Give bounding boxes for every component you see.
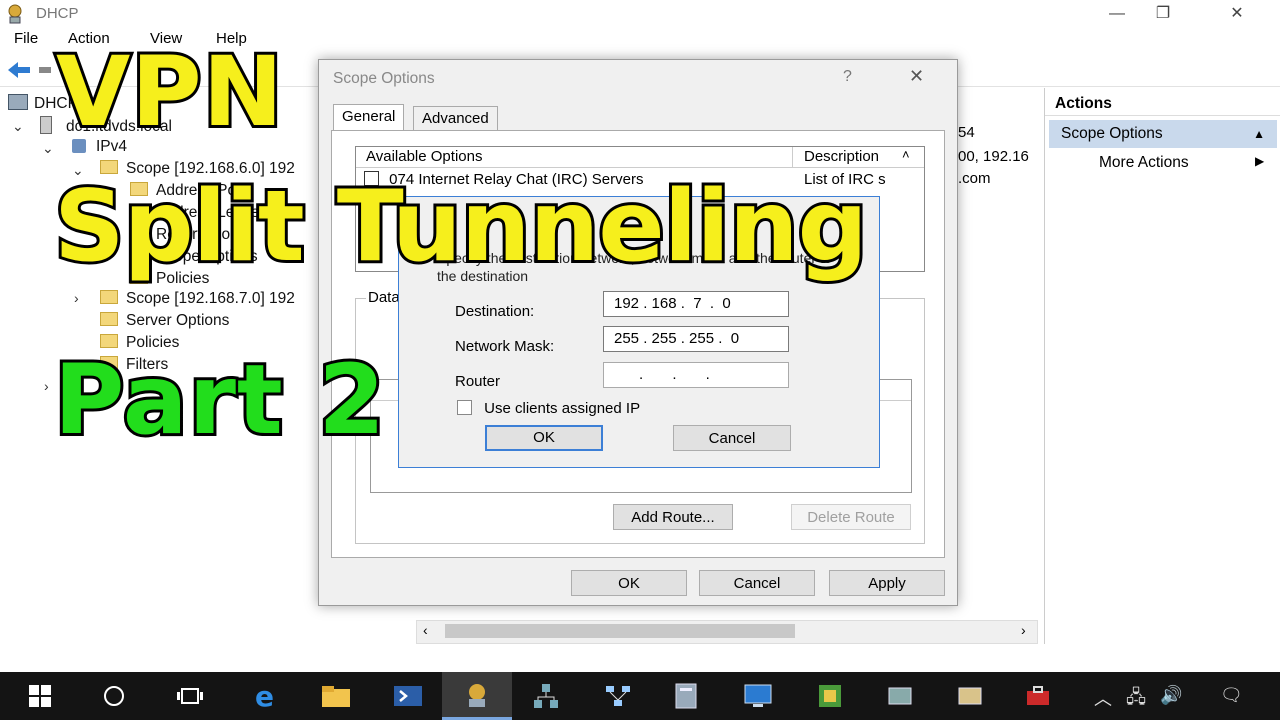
network-mask-input[interactable]: 255 . 255 . 255 . 0 (603, 326, 789, 352)
headline-vpn: VPN (53, 36, 286, 148)
column-available-options[interactable]: Available Options (366, 148, 482, 165)
toolbox-icon[interactable] (1020, 680, 1056, 712)
cortana-icon[interactable] (96, 680, 132, 712)
scroll-right-icon[interactable]: › (1021, 622, 1026, 638)
dialog-close-button[interactable]: ✕ (909, 66, 924, 87)
edge-browser-icon[interactable]: e (248, 680, 284, 712)
destination-input[interactable]: 192 . 168 . 7 . 0 (603, 291, 789, 317)
network-topology-icon[interactable] (600, 680, 636, 712)
title-bar: DHCP — ❐ ✕ (0, 0, 1280, 28)
volume-icon[interactable]: 🔊 (1160, 685, 1182, 706)
column-description[interactable]: Description (804, 148, 879, 165)
chevron-right-icon[interactable]: › (44, 378, 49, 394)
destination-label: Destination: (455, 303, 535, 320)
headline-split-tunneling: Split Tunneling (51, 170, 871, 284)
file-explorer-icon[interactable] (318, 680, 354, 712)
actions-header: Actions (1045, 92, 1280, 116)
chevron-down-icon[interactable]: ⌄ (42, 140, 54, 157)
data-entry-label: Data (366, 289, 402, 306)
more-actions-item[interactable]: More Actions ▶ (1099, 154, 1264, 172)
task-view-icon[interactable] (172, 680, 208, 712)
scroll-left-icon[interactable]: ‹ (423, 622, 428, 638)
horizontal-scrollbar[interactable]: ‹ › (416, 620, 1038, 644)
dialog-apply-button[interactable]: Apply (829, 570, 945, 596)
restore-button[interactable]: ❐ (1140, 0, 1186, 28)
tree-node-scope-7[interactable]: Scope [192.168.7.0] 192 (100, 290, 295, 308)
router-label: Router (455, 373, 501, 390)
headline-part-2: Part 2 (51, 344, 388, 456)
dhcp-taskbar-icon (459, 680, 495, 712)
result-fragment: .com (958, 170, 991, 187)
window-title: DHCP (36, 5, 79, 22)
dialog-title: Scope Options (333, 70, 435, 87)
network-tool-icon[interactable] (528, 680, 564, 712)
chevron-right-icon[interactable]: › (74, 290, 79, 306)
minimize-button[interactable]: — (1094, 0, 1140, 28)
forward-arrow-icon[interactable] (38, 64, 52, 76)
use-clients-checkbox-row[interactable]: Use clients assigned IP (457, 400, 640, 417)
dhcp-app-icon (8, 4, 22, 24)
tab-general[interactable]: General (333, 104, 405, 133)
server-manager-icon[interactable] (668, 680, 704, 712)
network-mask-label: Network Mask: (455, 338, 555, 355)
menu-file[interactable]: File (14, 30, 38, 47)
admin-tools-icon[interactable] (882, 680, 918, 712)
svg-text:e: e (255, 682, 274, 710)
route-ok-button[interactable]: OK (485, 425, 603, 451)
actions-section-scope-options[interactable]: Scope Options ▲ (1049, 120, 1277, 148)
back-arrow-icon[interactable] (6, 60, 32, 80)
folder-icon (100, 312, 118, 326)
checkbox[interactable] (457, 400, 472, 415)
file-server-icon[interactable] (952, 680, 988, 712)
taskbar: e ︿ 🖧 🔊 🗨 (0, 672, 1280, 720)
server-icon (40, 116, 52, 134)
actions-pane: Actions Scope Options ▲ More Actions ▶ (1044, 88, 1280, 644)
collapse-up-icon[interactable]: ▲ (1253, 120, 1265, 148)
windows-start-icon[interactable] (22, 680, 58, 712)
list-header: Available Options Description ˄ (356, 147, 924, 168)
submenu-arrow-icon: ▶ (1255, 154, 1265, 168)
dialog-ok-button[interactable]: OK (571, 570, 687, 596)
network-tray-icon[interactable]: 🖧 (1126, 685, 1146, 715)
close-button[interactable]: ✕ (1214, 0, 1260, 28)
scroll-thumb[interactable] (445, 624, 795, 638)
route-cancel-button[interactable]: Cancel (673, 425, 791, 451)
chevron-down-icon[interactable]: ⌄ (12, 118, 24, 135)
result-fragment: 54 (958, 124, 975, 141)
scroll-up-icon[interactable]: ˄ (902, 147, 910, 162)
powershell-icon[interactable] (390, 680, 426, 712)
delete-route-button[interactable]: Delete Route (791, 504, 911, 530)
router-input[interactable]: . . . (603, 362, 789, 388)
dialog-cancel-button[interactable]: Cancel (699, 570, 815, 596)
column-divider (792, 147, 793, 167)
help-button[interactable]: ? (843, 68, 852, 86)
remote-desktop-icon[interactable] (740, 680, 776, 712)
add-route-button[interactable]: Add Route... (613, 504, 733, 530)
notification-center-icon[interactable]: 🗨 (1220, 685, 1243, 706)
dhcp-taskbar-active[interactable] (442, 672, 512, 720)
tab-advanced[interactable]: Advanced (413, 106, 498, 132)
folder-icon (100, 290, 118, 304)
result-fragment: 00, 192.16 (958, 148, 1029, 165)
show-hidden-icons-icon[interactable]: ︿ (1094, 685, 1112, 711)
management-console-icon[interactable] (812, 680, 848, 712)
dhcp-icon (8, 94, 28, 110)
tree-node-server-options[interactable]: Server Options (100, 312, 229, 330)
